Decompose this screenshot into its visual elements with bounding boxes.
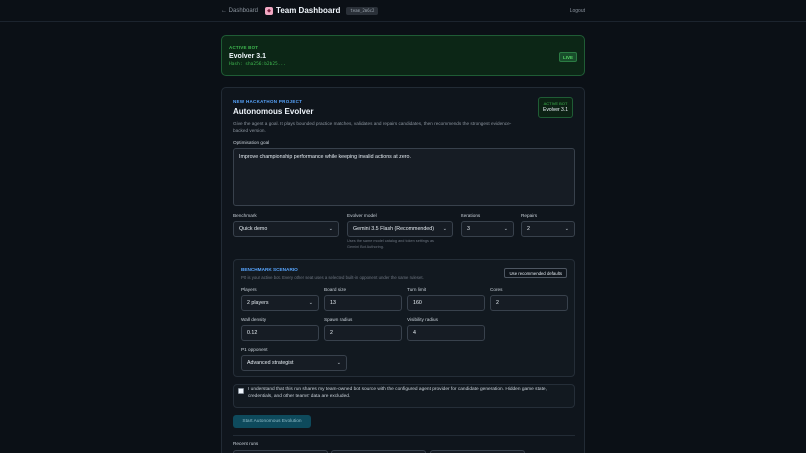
opponent-select[interactable]: Advanced strategist ⌄ [241, 355, 347, 371]
project-kicker: NEW HACKATHON PROJECT [233, 99, 303, 104]
opponent-label: P1 opponent [241, 347, 268, 352]
active-bot-name: Evolver 3.1 [229, 53, 266, 60]
active-bot-corner-badge: ACTIVE BOT Evolver 3.1 [538, 97, 573, 118]
visibility-radius-label: Visibility radius [407, 317, 438, 322]
top-bar: ← Dashboard ◆ Team Dashboard team_2m6c2 … [0, 0, 806, 22]
corner-badge-name: Evolver 3.1 [543, 107, 569, 113]
iterations-label: Iterations [461, 213, 481, 218]
project-description: Give the agent a goal. It plays bounded … [233, 121, 512, 133]
model-help-text: Uses the same model catalog and token se… [347, 239, 434, 249]
chevron-down-icon: ⌄ [564, 226, 569, 232]
cores-input[interactable]: 2 [490, 295, 568, 311]
consent-panel: I understand that this run shares my tea… [233, 384, 575, 408]
benchmark-select[interactable]: Quick demo ⌄ [233, 221, 339, 237]
recent-runs-label: Recent runs [233, 441, 259, 446]
goal-label: Optimisation goal [233, 140, 270, 145]
chevron-down-icon: ⌄ [503, 226, 508, 232]
repairs-value: 2 [527, 226, 530, 232]
players-value: 2 players [247, 300, 269, 306]
scenario-description: P0 is your active bot. Every other seat … [241, 275, 424, 280]
chevron-down-icon: ⌄ [328, 226, 333, 232]
repairs-select[interactable]: 2 ⌄ [521, 221, 575, 237]
repairs-label: Repairs [521, 213, 538, 218]
divider [233, 435, 575, 436]
iterations-value: 3 [467, 226, 470, 232]
project-card: NEW HACKATHON PROJECT Autonomous Evolver… [221, 87, 585, 453]
scenario-title: BENCHMARK SCENARIO [241, 267, 298, 272]
active-bot-card: ACTIVE BOT Evolver 3.1 Hash: sha256:b2b2… [221, 35, 585, 76]
back-to-dashboard-link[interactable]: ← Dashboard [221, 8, 258, 14]
wall-density-input[interactable]: 0.12 [241, 325, 319, 341]
model-value: Gemini 3.5 Flash (Recommended) [353, 226, 434, 232]
benchmark-value: Quick demo [239, 226, 268, 232]
iterations-select[interactable]: 3 ⌄ [461, 221, 514, 237]
team-id-chip: team_2m6c2 [346, 6, 379, 15]
model-label: Evolver model [347, 213, 377, 218]
live-status-badge: LIVE [558, 52, 577, 62]
visibility-radius-input[interactable]: 4 [407, 325, 485, 341]
board-size-label: Board size [324, 287, 347, 292]
turn-limit-input[interactable]: 160 [407, 295, 485, 311]
board-size-input[interactable]: 13 [324, 295, 402, 311]
active-bot-label: ACTIVE BOT [229, 45, 259, 50]
logout-link[interactable]: Logout [570, 8, 585, 14]
chevron-down-icon: ⌄ [442, 226, 447, 232]
model-select[interactable]: Gemini 3.5 Flash (Recommended) ⌄ [347, 221, 453, 237]
spawn-radius-input[interactable]: 2 [324, 325, 402, 341]
turn-limit-label: Turn limit [407, 287, 427, 292]
cores-label: Cores [490, 287, 503, 292]
consent-checkbox[interactable] [238, 388, 244, 394]
corner-badge-label: ACTIVE BOT [543, 101, 568, 106]
spawn-radius-label: Spawn radius [324, 317, 353, 322]
wall-density-label: Wall density [241, 317, 267, 322]
project-title: Autonomous Evolver [233, 107, 314, 116]
opponent-value: Advanced strategist [247, 360, 294, 366]
gem-icon: ◆ [265, 6, 274, 15]
players-select[interactable]: 2 players ⌄ [241, 295, 319, 311]
players-label: Players [241, 287, 257, 292]
benchmark-scenario-panel: BENCHMARK SCENARIO P0 is your active bot… [233, 259, 575, 377]
start-evolution-button[interactable]: Start Autonomous Evolution [233, 415, 311, 428]
chevron-down-icon: ⌄ [308, 300, 313, 306]
active-bot-hash: Hash: sha256:b2b25... [229, 62, 286, 67]
chevron-down-icon: ⌄ [336, 360, 341, 366]
use-recommended-defaults-button[interactable]: Use recommended defaults [504, 268, 567, 278]
consent-text: I understand that this run shares my tea… [248, 387, 547, 399]
page-title: Team Dashboard [276, 6, 341, 15]
benchmark-label: Benchmark [233, 213, 257, 218]
goal-textarea[interactable]: Improve championship performance while k… [233, 148, 575, 206]
